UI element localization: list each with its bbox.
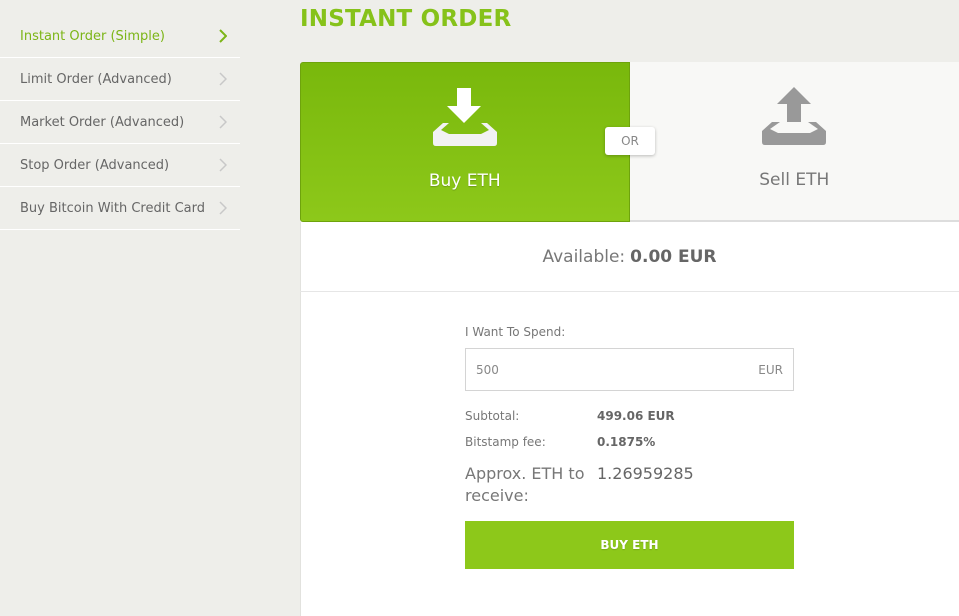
currency-suffix: EUR [758,362,783,377]
sell-option-button[interactable]: Sell ETH [629,62,959,222]
sidebar-item-label: Instant Order (Simple) [20,28,165,44]
buy-option-label: Buy ETH [428,171,501,191]
sidebar-item-label: Limit Order (Advanced) [20,71,172,87]
subtotal-value: 499.06 EUR [597,409,675,423]
sidebar-nav: Instant Order (Simple) Limit Order (Adva… [0,15,240,230]
chevron-right-icon [216,115,230,129]
receive-row: Approx. ETH to receive: 1.26959285 [465,463,794,507]
chevron-right-icon [216,29,230,43]
sidebar-item-instant-order[interactable]: Instant Order (Simple) [0,15,240,58]
sidebar-item-label: Market Order (Advanced) [20,114,185,130]
instant-order-form: I Want To Spend: EUR Subtotal: 499.06 EU… [465,325,794,569]
sidebar-item-buy-bitcoin-credit-card[interactable]: Buy Bitcoin With Credit Card [0,187,240,230]
buy-eth-button[interactable]: BUY ETH [465,521,794,569]
sidebar-item-limit-order[interactable]: Limit Order (Advanced) [0,58,240,101]
fee-value: 0.1875% [597,435,656,449]
upload-tray-icon [760,87,828,149]
or-divider-badge: OR [605,127,655,155]
sidebar-item-label: Buy Bitcoin With Credit Card [20,200,205,216]
sell-option-label: Sell ETH [759,170,830,190]
sidebar-item-market-order[interactable]: Market Order (Advanced) [0,101,240,144]
receive-value: 1.26959285 [597,464,694,483]
subtotal-row: Subtotal: 499.06 EUR [465,409,794,423]
spend-amount-field[interactable]: EUR [465,348,794,391]
sidebar-item-label: Stop Order (Advanced) [20,157,170,173]
fee-label: Bitstamp fee: [465,435,546,449]
spend-label: I Want To Spend: [465,325,566,339]
available-value: 0.00 EUR [630,246,717,267]
sidebar-item-stop-order[interactable]: Stop Order (Advanced) [0,144,240,187]
chevron-right-icon [216,201,230,215]
available-balance: Available: 0.00 EUR [300,222,959,292]
spend-amount-input[interactable] [476,362,676,377]
receive-label: Approx. ETH to receive: [465,464,585,505]
download-tray-icon [431,88,499,150]
fee-row: Bitstamp fee: 0.1875% [465,435,794,449]
buy-option-button[interactable]: Buy ETH [300,62,630,222]
subtotal-label: Subtotal: [465,409,520,423]
page-title: INSTANT ORDER [300,6,512,32]
chevron-right-icon [216,72,230,86]
chevron-right-icon [216,158,230,172]
available-label: Available: [542,246,626,267]
